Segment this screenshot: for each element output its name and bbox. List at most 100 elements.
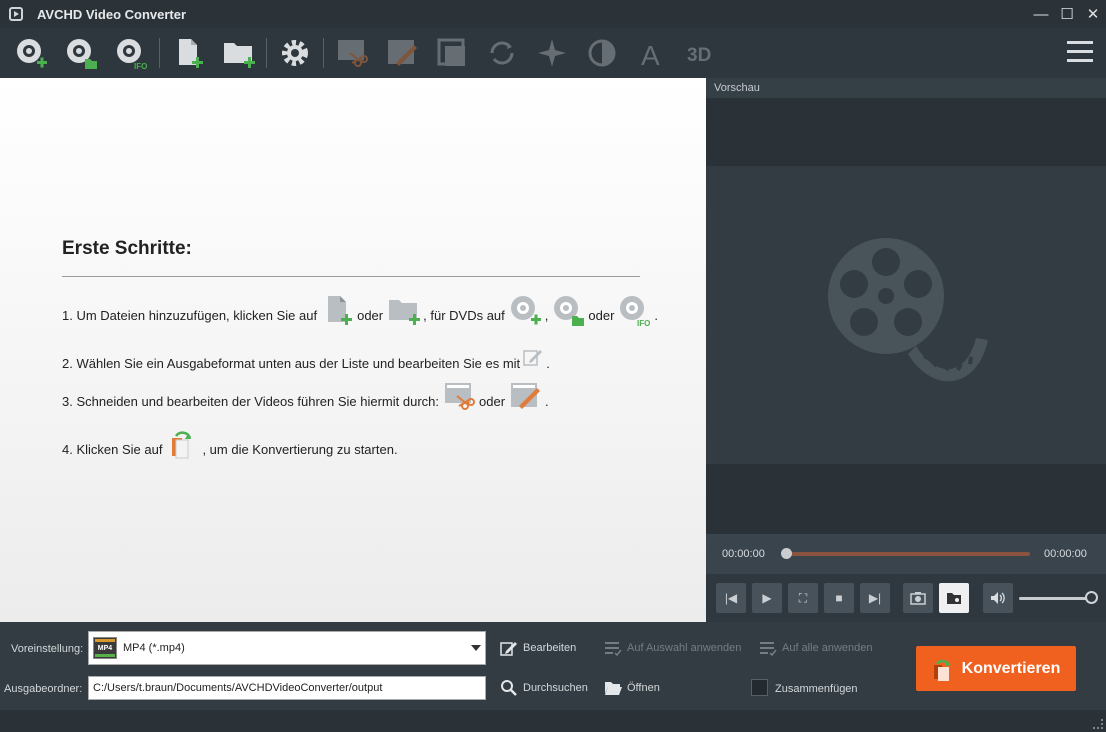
convert-icon	[933, 659, 951, 681]
dvd-add-icon	[510, 296, 541, 325]
svg-text:3D: 3D	[687, 45, 711, 66]
edit-button[interactable]: Bearbeiten	[500, 639, 576, 657]
volume-slider[interactable]	[1019, 597, 1091, 600]
apply-list-icon	[605, 642, 622, 657]
volume-handle[interactable]	[1085, 591, 1098, 604]
toolbar-separator	[266, 38, 267, 68]
previous-button[interactable]: |◀	[716, 583, 746, 613]
add-file-button[interactable]	[163, 31, 213, 75]
cut-icon	[338, 40, 368, 67]
merge-checkbox[interactable]	[751, 679, 768, 696]
app-logo-icon	[9, 7, 23, 21]
minimize-button[interactable]: —	[1028, 0, 1054, 28]
add-folder-icon	[224, 43, 255, 68]
seek-handle[interactable]	[781, 548, 792, 559]
close-button[interactable]: ✕	[1080, 0, 1106, 28]
mp4-format-icon: MP4	[93, 637, 117, 659]
dvd-ifo-icon: IFO	[620, 296, 651, 328]
snapshot-folder-button[interactable]	[939, 583, 969, 613]
effects-button[interactable]	[527, 31, 577, 75]
add-folder-button[interactable]	[213, 31, 263, 75]
dvd-folder-icon	[67, 39, 97, 69]
settings-button[interactable]	[270, 31, 320, 75]
convert-icon	[172, 431, 192, 459]
getting-started-title: Erste Schritte:	[62, 238, 192, 259]
hamburger-menu-icon	[1067, 41, 1093, 62]
add-file-icon	[328, 296, 353, 325]
output-settings-panel: Voreinstellung: MP4 MP4 (*.mp4) Ausgabeo…	[0, 622, 1106, 710]
step-3: 3. Schneiden und bearbeiten der Videos f…	[62, 378, 549, 410]
load-dvd-folder-button[interactable]	[56, 31, 106, 75]
step-1: 1. Um Dateien hinzuzufügen, klicken Sie …	[62, 292, 658, 328]
browse-button[interactable]: Durchsuchen	[500, 679, 588, 697]
brightness-icon	[588, 39, 616, 67]
load-dvd-button[interactable]	[6, 31, 56, 75]
watermark-button[interactable]: A	[627, 31, 677, 75]
preset-value: MP4 (*.mp4)	[123, 642, 185, 654]
edit-icon	[388, 40, 417, 66]
next-button[interactable]: ▶|	[860, 583, 890, 613]
current-time: 00:00:00	[722, 548, 765, 560]
rotate-button[interactable]	[477, 31, 527, 75]
svg-text:A: A	[641, 40, 660, 71]
window-controls: — ☐ ✕	[1028, 0, 1106, 28]
menu-button[interactable]	[1064, 36, 1096, 68]
snapshot-button[interactable]	[903, 583, 933, 613]
svg-text:IFO: IFO	[134, 62, 147, 71]
folder-camera-icon	[947, 593, 961, 604]
status-bar	[0, 710, 1106, 732]
stop-button[interactable]: ■	[824, 583, 854, 613]
output-folder-input[interactable]	[88, 676, 486, 700]
title-bar: AVCHD Video Converter — ☐ ✕	[0, 0, 1106, 28]
step-4: 4. Klicken Sie auf , um die Konvertierun…	[62, 426, 398, 459]
open-folder-button[interactable]: Öffnen	[604, 679, 660, 697]
crop-icon	[437, 38, 465, 66]
3d-button[interactable]: 3D	[677, 31, 727, 75]
toolbar-separator	[323, 38, 324, 68]
merge-label: Zusammenfügen	[775, 683, 858, 695]
crop-button[interactable]	[427, 31, 477, 75]
load-ifo-button[interactable]: IFO	[106, 31, 156, 75]
add-folder-icon	[389, 300, 421, 325]
file-list-panel[interactable]: Erste Schritte: 1. Um Dateien hinzuzufüg…	[0, 78, 706, 622]
convert-button[interactable]: Konvertieren	[916, 646, 1076, 691]
stop-icon: ■	[835, 591, 843, 605]
fullscreen-button[interactable]: ⛶	[788, 583, 818, 613]
search-icon	[501, 680, 517, 696]
add-file-icon	[179, 39, 203, 68]
play-icon: ▶	[762, 591, 772, 605]
play-button[interactable]: ▶	[752, 583, 782, 613]
brightness-button[interactable]	[577, 31, 627, 75]
fullscreen-icon: ⛶	[798, 590, 808, 605]
effects-icon	[538, 39, 566, 67]
cut-button[interactable]	[327, 31, 377, 75]
3d-icon: 3D	[687, 45, 711, 66]
film-reel-icon	[828, 238, 988, 382]
edit-icon	[511, 383, 541, 409]
rotate-icon	[490, 41, 514, 65]
apply-to-selected-button[interactable]: Auf Auswahl anwenden	[604, 639, 741, 657]
preset-label: Voreinstellung:	[11, 643, 84, 655]
maximize-button[interactable]: ☐	[1054, 0, 1080, 28]
apply-to-all-button[interactable]: Auf alle anwenden	[759, 639, 873, 657]
open-folder-icon	[605, 682, 622, 695]
window-title: AVCHD Video Converter	[37, 6, 187, 22]
skip-back-icon: |◀	[724, 591, 738, 605]
dvd-folder-icon	[554, 296, 585, 326]
settings-gear-icon	[282, 40, 308, 66]
skip-forward-icon: ▶|	[868, 591, 882, 605]
timeline-bar: 00:00:00 00:00:00	[706, 534, 1106, 574]
resize-grip-icon[interactable]	[1093, 719, 1103, 729]
apply-list-icon	[760, 642, 777, 657]
preset-select[interactable]: MP4 MP4 (*.mp4)	[88, 631, 486, 665]
speaker-icon	[991, 592, 1005, 604]
seek-track[interactable]	[786, 552, 1030, 556]
output-folder-label: Ausgabeordner:	[4, 683, 83, 695]
camera-icon	[910, 592, 926, 605]
edit-video-button[interactable]	[377, 31, 427, 75]
toolbar-separator	[159, 38, 160, 68]
dropdown-arrow-icon	[471, 645, 481, 651]
volume-button[interactable]	[983, 583, 1013, 613]
svg-text:IFO: IFO	[637, 319, 650, 328]
dvd-add-icon	[17, 39, 47, 68]
